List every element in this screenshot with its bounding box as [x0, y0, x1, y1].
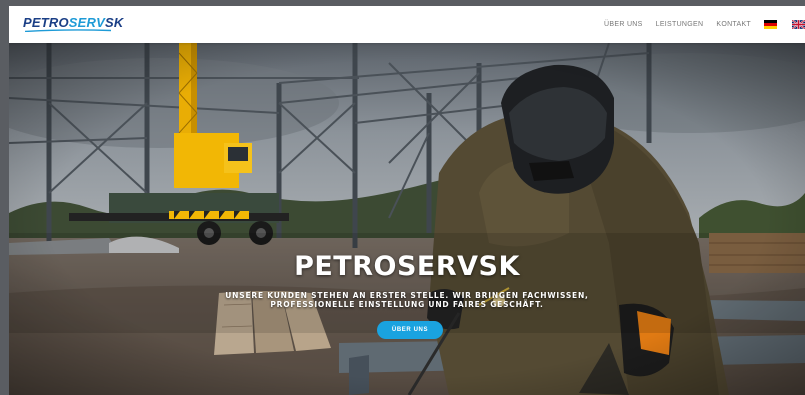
top-navbar: PETROSERVSK ÜBER UNS LEISTUNGEN KONTAKT [9, 6, 805, 43]
nav-link-leistungen[interactable]: LEISTUNGEN [656, 21, 704, 28]
hero-banner: PETROSERVSK UNSERE KUNDEN STEHEN AN ERST… [9, 43, 805, 395]
nav-link-ueber-uns[interactable]: ÜBER UNS [604, 21, 643, 28]
nav-menu: ÜBER UNS LEISTUNGEN KONTAKT [604, 6, 805, 43]
hero-background-image [9, 43, 805, 395]
german-flag-icon[interactable] [764, 20, 777, 29]
hero-subtitle-line: PROFESSIONELLE EINSTELLUNG UND FAIRES GE… [270, 299, 544, 309]
nav-link-kontakt[interactable]: KONTAKT [716, 21, 751, 28]
hero-subtitle: UNSERE KUNDEN STEHEN AN ERSTER STELLE. W… [9, 291, 805, 309]
logo-swoosh-icon [25, 29, 111, 32]
ueber-uns-button[interactable]: ÜBER UNS [377, 321, 443, 339]
browser-viewport: PETROSERVSK ÜBER UNS LEISTUNGEN KONTAKT [9, 6, 805, 395]
site-logo[interactable]: PETROSERVSK [23, 15, 123, 35]
uk-flag-icon[interactable] [792, 20, 805, 29]
hero-title: PETROSERVSK [294, 251, 520, 282]
